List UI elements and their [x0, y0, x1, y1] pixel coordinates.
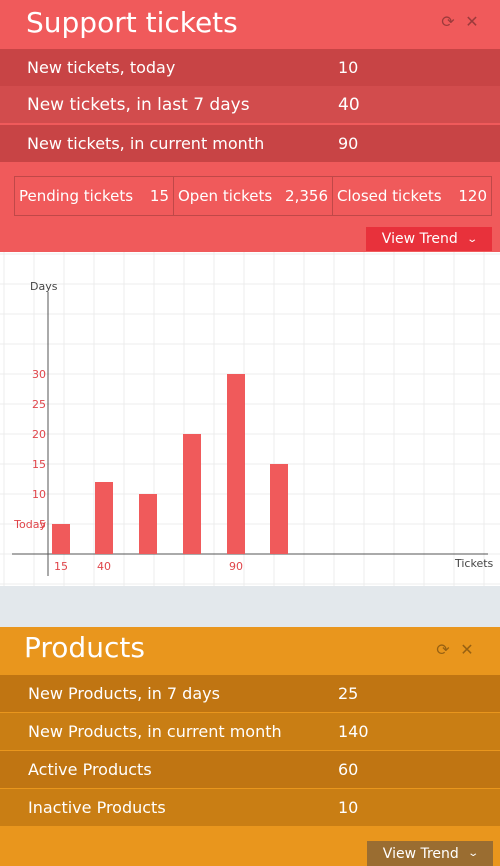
open-tickets-value: 2,356 [285, 187, 328, 205]
pending-tickets-label: Pending tickets [19, 187, 134, 205]
y-tick-label: 15 [32, 458, 46, 471]
chart-svg: DaysTickets51015202530Today15 40 90 [0, 252, 500, 586]
bar [270, 464, 288, 554]
ticket-status-summary: Pending tickets 15 Open tickets 2,356 Cl… [14, 176, 492, 216]
panel-title: Products [24, 631, 145, 664]
view-trend-button[interactable]: View Trend ⌄ [366, 227, 492, 251]
stat-value: 90 [338, 134, 359, 153]
close-icon[interactable]: ✕ [460, 640, 474, 659]
panel-title: Support tickets [26, 6, 238, 39]
stat-value: 10 [338, 58, 359, 77]
stat-row-active-products: Active Products 60 [0, 751, 500, 788]
closed-tickets-label: Closed tickets [337, 187, 442, 205]
bar [52, 524, 70, 554]
stat-value: 140 [338, 722, 369, 741]
x-tick-label: 90 [229, 560, 243, 573]
stat-label: Inactive Products [28, 798, 166, 817]
bar [139, 494, 157, 554]
y-marker-label: Today [13, 518, 46, 531]
view-trend-label: View Trend [382, 845, 459, 862]
stat-label: Active Products [28, 760, 152, 779]
stat-row-inactive-products: Inactive Products 10 [0, 789, 500, 826]
y-axis-label: Days [30, 280, 58, 293]
y-tick-label: 10 [32, 488, 46, 501]
view-trend-button[interactable]: View Trend ⌄ [367, 841, 493, 866]
stat-row-today: New tickets, today 10 [0, 49, 500, 86]
y-tick-label: 30 [32, 368, 46, 381]
panel-controls: ⟳ ✕ [436, 640, 474, 659]
stat-value: 60 [338, 760, 359, 779]
stat-label: New tickets, in current month [27, 134, 265, 153]
refresh-icon[interactable]: ⟳ [441, 12, 455, 31]
x-axis-label: Tickets [454, 557, 494, 570]
chevron-down-icon: ⌄ [466, 233, 478, 245]
pending-tickets-value: 15 [149, 187, 169, 205]
closed-tickets-cell: Closed tickets 120 [333, 177, 491, 215]
chevron-down-icon: ⌄ [467, 848, 479, 859]
products-panel: Products ⟳ ✕ New Products, in 7 days 25 … [0, 627, 500, 866]
bar [95, 482, 113, 554]
stat-row-products-7-days: New Products, in 7 days 25 [0, 675, 500, 712]
x-tick-label: 15 [54, 560, 68, 573]
support-tickets-panel: Support tickets ⟳ ✕ New tickets, today 1… [0, 0, 500, 252]
pending-tickets-cell: Pending tickets 15 [15, 177, 174, 215]
stat-label: New tickets, today [27, 58, 176, 77]
stat-value: 40 [338, 94, 360, 115]
stat-label: New Products, in 7 days [28, 684, 220, 703]
ticket-trend-chart: Days Tickets 5 10 15 20 25 30 Today 15 40 90 [0, 252, 500, 586]
open-tickets-cell: Open tickets 2,356 [174, 177, 333, 215]
stat-label: New Products, in current month [28, 722, 282, 741]
y-tick-label: 25 [32, 398, 46, 411]
bar [183, 434, 201, 554]
bar [227, 374, 245, 554]
stat-value: 25 [338, 684, 359, 703]
x-tick-label: 40 [97, 560, 111, 573]
stat-row-month: New tickets, in current month 90 [0, 125, 500, 162]
stat-row-7-days: New tickets, in last 7 days 40 [0, 86, 500, 123]
panel-controls: ⟳ ✕ [441, 12, 479, 31]
stat-label: New tickets, in last 7 days [27, 94, 250, 115]
y-tick-label: 20 [32, 428, 46, 441]
stat-value: 10 [338, 798, 359, 817]
refresh-icon[interactable]: ⟳ [436, 640, 450, 659]
stat-row-products-month: New Products, in current month 140 [0, 713, 500, 750]
view-trend-label: View Trend [381, 231, 458, 247]
open-tickets-label: Open tickets [178, 187, 273, 205]
close-icon[interactable]: ✕ [465, 12, 479, 31]
closed-tickets-value: 120 [458, 187, 487, 205]
